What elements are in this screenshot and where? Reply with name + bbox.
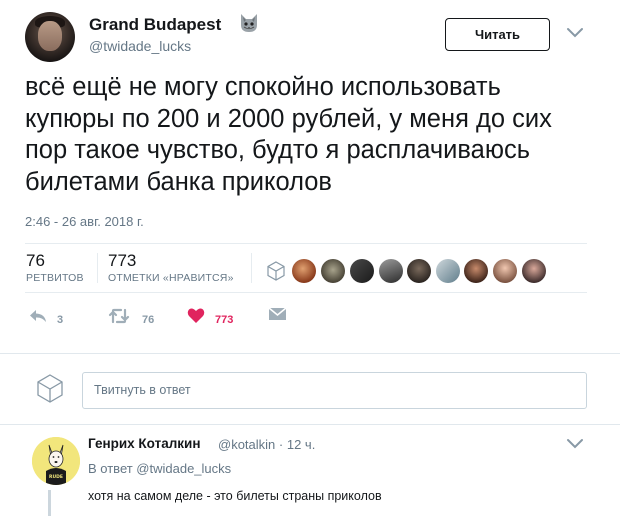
likes-count: 773	[108, 251, 137, 270]
reply-author-meta: @kotalkin · 12 ч.	[218, 437, 315, 452]
liker-avatar[interactable]	[493, 259, 517, 283]
reply-author-name[interactable]: Генрих Коталкин	[88, 436, 201, 451]
liker-avatar[interactable]	[464, 259, 488, 283]
tweet-header: Grand Budapest @twidade_lucks Читать	[0, 0, 620, 70]
liker-avatar[interactable]	[321, 259, 345, 283]
tweet-text: всё ещё не могу спокойно использовать ку…	[25, 73, 552, 196]
liker-avatar[interactable]	[407, 259, 431, 283]
stat-separator	[97, 253, 98, 283]
heart-icon	[187, 308, 205, 323]
section-divider	[0, 424, 620, 425]
divider	[25, 292, 587, 293]
reply-author-handle[interactable]: @kotalkin	[218, 437, 275, 452]
stat-separator	[251, 253, 252, 283]
retweet-action[interactable]: 76	[108, 306, 160, 326]
tweet-timestamp[interactable]: 2:46 - 26 авг. 2018 г.	[25, 214, 144, 229]
reply-author-avatar[interactable]: RUDE	[32, 437, 80, 485]
retweets-label: РЕТВИТОВ	[26, 272, 84, 284]
default-egg-avatar-icon	[37, 374, 63, 403]
liker-avatar[interactable]	[350, 259, 374, 283]
reply-count: 3	[57, 314, 64, 326]
like-action[interactable]: 773	[187, 306, 243, 326]
chevron-down-icon[interactable]	[566, 437, 584, 451]
likes-stat[interactable]: 773 ОТМЕТКИ «НРАВИТСЯ»	[108, 251, 234, 285]
reply-action[interactable]: 3	[28, 306, 72, 326]
dog-character-icon: RUDE	[32, 437, 80, 485]
like-count: 773	[215, 314, 234, 326]
avatar-shirt-text: RUDE	[49, 474, 63, 480]
reply-time[interactable]: · 12 ч.	[279, 437, 315, 452]
author-handle[interactable]: @twidade_lucks	[89, 38, 191, 54]
retweets-stat[interactable]: 76 РЕТВИТОВ	[26, 251, 84, 285]
liker-avatar[interactable]	[436, 259, 460, 283]
envelope-icon	[268, 307, 287, 320]
thread-line	[48, 490, 51, 516]
direct-message-action[interactable]	[268, 306, 290, 326]
liker-avatar[interactable]	[292, 259, 316, 283]
chevron-down-icon[interactable]	[566, 26, 584, 40]
author-name[interactable]: Grand Budapest	[89, 15, 221, 35]
author-avatar[interactable]	[25, 12, 75, 62]
likes-label: ОТМЕТКИ «НРАВИТСЯ»	[108, 272, 234, 284]
in-reply-to[interactable]: В ответ @twidade_lucks	[88, 461, 231, 476]
follow-button[interactable]: Читать	[445, 18, 550, 51]
reply-input[interactable]: Твитнуть в ответ	[82, 372, 587, 409]
retweets-count: 76	[26, 251, 45, 270]
reply-text: хотя на самом деле - это билеты страны п…	[88, 489, 382, 503]
retweet-icon	[108, 308, 130, 324]
retweet-count: 76	[142, 314, 155, 326]
liker-avatar[interactable]	[522, 259, 546, 283]
reply-icon	[30, 310, 46, 322]
divider	[25, 243, 587, 244]
section-divider	[0, 353, 620, 354]
default-egg-avatar-icon[interactable]	[264, 259, 288, 283]
liker-avatar[interactable]	[379, 259, 403, 283]
cat-face-icon	[241, 14, 257, 32]
